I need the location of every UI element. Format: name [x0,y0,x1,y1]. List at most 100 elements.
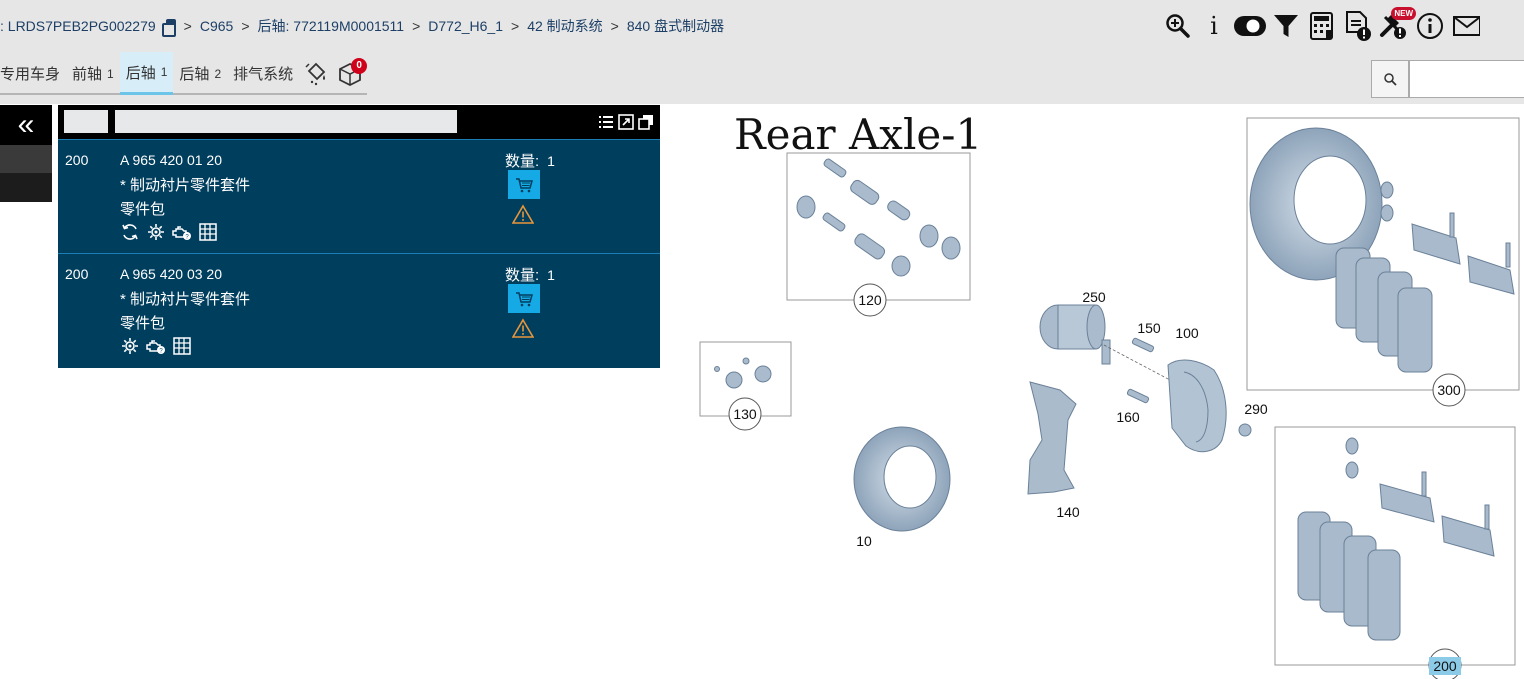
tab-exhaust-system[interactable]: 排气系统 [227,52,299,95]
tab-special-body[interactable]: 专用车身 [0,52,66,95]
callout-200[interactable]: 200 [1433,658,1457,674]
brake-chamber [1039,304,1111,365]
breadcrumb-separator: > [511,18,520,34]
breadcrumb: : LRDS7PEB2PG002279 > C965 > 后轴: 772119M… [0,16,724,37]
sidebar-row[interactable] [0,145,52,173]
part-description: * 制动衬片零件套件 [120,291,251,308]
callout-250[interactable]: 250 [1082,289,1106,305]
part-position: 200 [65,266,89,282]
engine-info-icon[interactable]: ? [146,336,166,356]
filter-icon[interactable] [1268,8,1304,44]
paint-bucket-icon[interactable] [299,52,333,95]
breadcrumb-separator: > [610,18,619,34]
part-filter-input[interactable] [115,110,457,133]
breadcrumb-separator: > [412,18,421,34]
group-tabs: 专用车身 前轴 1 后轴 1 后轴 2 排气系统 0 [0,52,368,95]
nut-parts [714,357,772,389]
breadcrumb-item[interactable]: 后轴: 772119M0001511 [258,16,405,36]
breadcrumb-item[interactable]: D772_H6_1 [428,18,503,34]
callout-120[interactable]: 120 [858,292,882,308]
breadcrumb-separator: > [241,18,250,34]
quantity-label: 数量: [505,153,540,170]
document-alert-icon[interactable] [1340,8,1376,44]
cart-count-badge: 0 [351,58,368,74]
top-bar: : LRDS7PEB2PG002279 > C965 > 后轴: 772119M… [0,0,1524,52]
table-grid-icon[interactable] [198,222,218,242]
tab-rear-axle-1[interactable]: 后轴 1 [119,52,174,95]
collapse-sidebar-button[interactable]: « [0,105,52,145]
caliper-body [1167,359,1227,453]
part-row[interactable]: 200 A 965 420 01 20 * 制动衬片零件套件 零件包 ? 数量:… [58,139,660,253]
quantity: 数量: 1 [505,150,555,171]
part-description: * 制动衬片零件套件 [120,177,251,194]
calculator-icon[interactable] [1304,8,1340,44]
add-to-cart-button[interactable] [508,170,540,199]
callout-140[interactable]: 140 [1056,504,1080,520]
toolbar: i NEW [1160,7,1484,44]
part-note: 零件包 [120,315,166,332]
tab-front-axle-1[interactable]: 前轴 1 [66,52,120,95]
breadcrumb-item[interactable]: 42 制动系统 [527,16,602,36]
copy-icon[interactable] [161,19,176,37]
package-icon[interactable]: 0 [333,52,368,95]
quantity-label: 数量: [505,267,540,284]
group-box-120 [786,152,971,301]
tab-bar: 专用车身 前轴 1 后轴 1 后轴 2 排气系统 0 Rear Axle-1 [0,52,1524,159]
quantity-value: 1 [547,153,555,169]
pin-parts [796,158,961,277]
search-button[interactable] [1371,60,1409,98]
tab-number: 1 [107,66,114,81]
tools-icon[interactable]: NEW [1376,7,1416,44]
breadcrumb-vin: : LRDS7PEB2PG002279 [0,18,156,34]
tab-label: 排气系统 [233,66,294,83]
warning-icon[interactable] [512,318,534,338]
sidebar-row[interactable] [0,173,52,202]
gear-settings-icon[interactable] [146,222,166,242]
parts-toolbar [58,105,660,139]
part-note: 零件包 [120,201,166,218]
cart-icon [516,177,533,192]
add-to-cart-button[interactable] [508,284,540,313]
caliper-bracket [1027,381,1077,495]
search-input[interactable] [1409,60,1524,98]
brake-pads-200 [1297,437,1495,641]
expand-icon[interactable] [617,113,634,130]
callout-290[interactable]: 290 [1244,401,1268,417]
popout-icon[interactable] [637,113,654,130]
callout-100[interactable]: 100 [1175,325,1199,341]
refresh-icon[interactable] [120,222,140,242]
info-icon[interactable]: i [1196,8,1232,44]
warning-icon[interactable] [512,204,534,224]
engine-info-icon[interactable]: ? [172,222,192,242]
callout-300[interactable]: 300 [1437,382,1461,398]
part-number[interactable]: A 965 420 01 20 [120,152,222,168]
tab-number: 1 [160,65,168,79]
zoom-in-icon[interactable] [1160,8,1196,44]
part-row[interactable]: 200 A 965 420 03 20 * 制动衬片零件套件 零件包 ? 数量:… [58,253,660,367]
breadcrumb-separator: > [183,18,192,34]
exploded-parts-diagram: 120 130 250 150 100 160 290 140 10 300 2… [699,117,1520,679]
cart-icon [516,291,533,306]
breadcrumb-item[interactable]: C965 [200,18,233,34]
tab-rear-axle-2[interactable]: 后轴 2 [173,52,227,95]
toggle-icon[interactable] [1232,8,1268,44]
callout-130[interactable]: 130 [733,406,757,422]
breadcrumb-item[interactable]: 840 盘式制动器 [627,16,724,36]
gear-settings-icon[interactable] [120,336,140,356]
callout-10[interactable]: 10 [856,533,872,549]
caliper-bolts [1126,337,1155,404]
table-grid-icon[interactable] [172,336,192,356]
mail-icon[interactable] [1448,8,1484,44]
list-view-icon[interactable] [597,113,614,130]
parts-list-panel: 200 A 965 420 01 20 * 制动衬片零件套件 零件包 ? 数量:… [58,105,660,368]
tab-label: 后轴 [179,66,210,83]
callout-150[interactable]: 150 [1137,320,1161,336]
tab-label: 前轴 [72,66,103,83]
position-filter-input[interactable] [64,110,108,133]
tab-label: 后轴 [125,64,156,82]
part-position: 200 [65,152,89,168]
callout-160[interactable]: 160 [1116,409,1140,425]
part-number[interactable]: A 965 420 03 20 [120,266,222,282]
info-circle-icon[interactable] [1412,8,1448,44]
search-icon [1384,73,1397,86]
